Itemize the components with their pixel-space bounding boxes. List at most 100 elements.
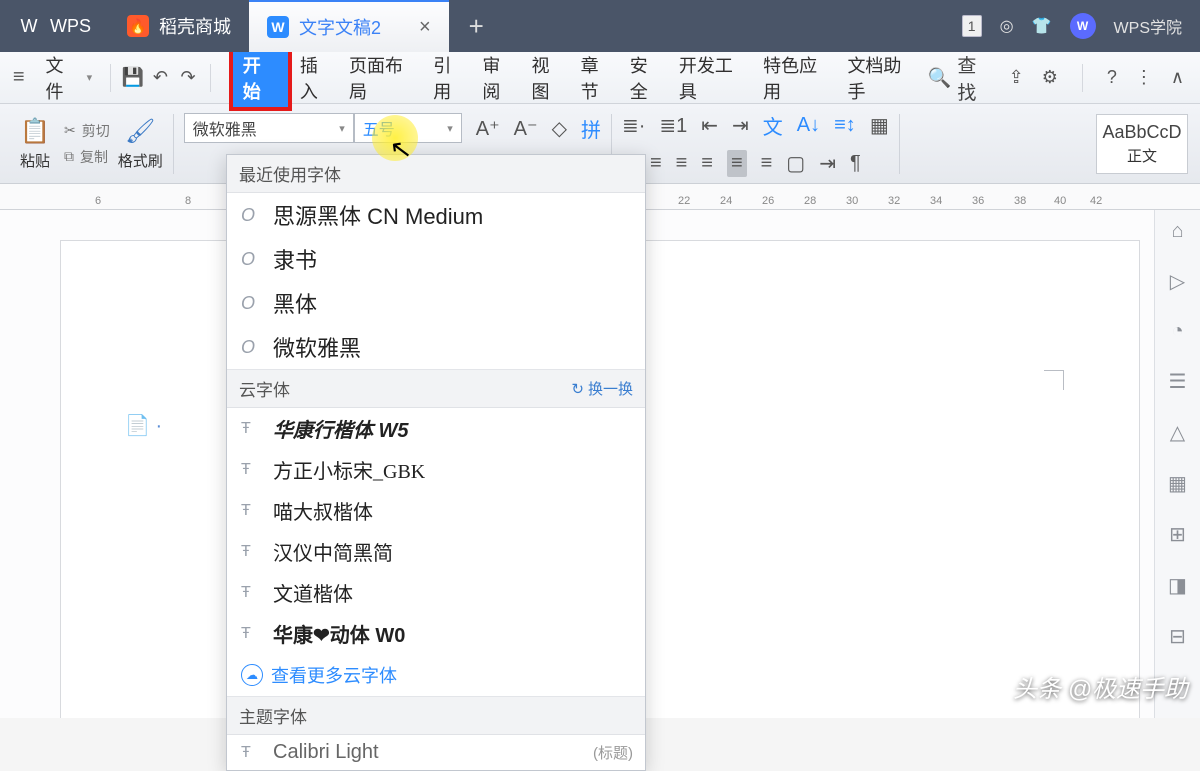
menu-bar: ≡ 文件 ▾ 💾 ↶ ↷ 开始 插入 页面布局 引用 审阅 视图 章节 安全 开… bbox=[0, 52, 1200, 104]
share-icon[interactable]: ⇪ bbox=[1009, 67, 1024, 88]
skin-icon[interactable]: ◎ bbox=[1000, 16, 1014, 36]
tab-label: 文字文稿2 bbox=[299, 14, 381, 40]
shrink-font-icon[interactable]: A⁻ bbox=[514, 116, 538, 141]
rail-clip-icon[interactable]: ◔ bbox=[1171, 320, 1183, 343]
align-center-icon[interactable]: ≡ bbox=[676, 152, 688, 175]
chevron-down-icon: ▾ bbox=[447, 122, 453, 135]
numbering-icon[interactable]: ≣1 bbox=[659, 113, 687, 138]
doc-icon: W bbox=[267, 16, 289, 38]
help-icon[interactable]: ? bbox=[1107, 67, 1117, 88]
redo-icon[interactable]: ↷ bbox=[176, 67, 200, 88]
ribbon-tab-review[interactable]: 审阅 bbox=[476, 48, 523, 108]
rail-table-icon[interactable]: ▦ bbox=[1168, 471, 1187, 496]
align-left-icon[interactable]: ≡ bbox=[650, 152, 662, 175]
mouse-cursor bbox=[388, 133, 414, 167]
ribbon-tab-reference[interactable]: 引用 bbox=[427, 48, 474, 108]
font-item[interactable]: ŦCalibri Light(标题) bbox=[227, 735, 645, 770]
ribbon-tab-section[interactable]: 章节 bbox=[575, 48, 622, 108]
undo-icon[interactable]: ↶ bbox=[149, 67, 173, 88]
paragraph-group: ≣· ≣1 ⇤ ⇥ 文 A↓ ≡↕ ▦ ≡ ≡ ≡ ≡ ≡ ▢ ⇥ ¶ bbox=[614, 104, 897, 183]
page-doc-icon: 📄 · bbox=[125, 413, 162, 438]
font-item[interactable]: Ŧ华康行楷体 W5 bbox=[227, 408, 645, 449]
tab-icon[interactable]: ⇥ bbox=[819, 151, 836, 176]
settings-icon[interactable]: ⚙ bbox=[1042, 67, 1058, 88]
increase-indent-icon[interactable]: ⇥ bbox=[732, 113, 749, 138]
font-item[interactable]: Ŧ汉仪中简黑简 bbox=[227, 531, 645, 572]
border-icon[interactable]: ▦ bbox=[870, 113, 889, 138]
tab-wps[interactable]: W WPS bbox=[0, 0, 109, 52]
font-item[interactable]: O黑体 bbox=[227, 281, 645, 325]
line-spacing-icon[interactable]: ≡↕ bbox=[834, 114, 856, 137]
ribbon-tab-assistant[interactable]: 文档助手 bbox=[841, 48, 923, 108]
bullets-icon[interactable]: ≣· bbox=[622, 113, 645, 138]
ribbon-tab-view[interactable]: 视图 bbox=[526, 48, 573, 108]
tab-document-active[interactable]: W 文字文稿2 × bbox=[249, 0, 449, 52]
close-icon[interactable]: × bbox=[419, 16, 431, 39]
font-item[interactable]: Ŧ文道楷体 bbox=[227, 572, 645, 613]
file-menu[interactable]: 文件 ▾ bbox=[37, 48, 100, 108]
shading-icon[interactable]: ▢ bbox=[786, 151, 805, 176]
font-dropdown: 最近使用字体 O思源黑体 CN Medium O隶书 O黑体 O微软雅黑 云字体… bbox=[226, 154, 646, 771]
ribbon-tab-home[interactable]: 开始 bbox=[229, 45, 292, 111]
ribbon-tab-insert[interactable]: 插入 bbox=[294, 48, 341, 108]
dd-theme-header: 主题字体 bbox=[227, 697, 645, 735]
wps-badge-icon[interactable]: W bbox=[1070, 13, 1096, 39]
asian-layout-icon[interactable]: 文 bbox=[763, 111, 783, 140]
ribbon-tabs: 开始 插入 页面布局 引用 审阅 视图 章节 安全 开发工具 特色应用 文档助手 bbox=[229, 45, 924, 111]
margin-corner bbox=[1044, 370, 1064, 390]
clear-format-icon[interactable]: ◇ bbox=[552, 116, 567, 141]
paste-icon: 📋 bbox=[20, 117, 50, 146]
cloud-swap-button[interactable]: ↻ 换一换 bbox=[571, 378, 633, 399]
copy-button[interactable]: ⧉ 复制 bbox=[64, 147, 110, 167]
font-item[interactable]: O隶书 bbox=[227, 237, 645, 281]
more-icon[interactable]: ⋮ bbox=[1135, 67, 1153, 88]
rail-collapse-icon[interactable]: ⊟ bbox=[1169, 624, 1186, 649]
tab-label: 稻壳商城 bbox=[159, 13, 231, 39]
dd-recent-header: 最近使用字体 bbox=[227, 155, 645, 193]
tab-label: WPS bbox=[50, 16, 91, 37]
rail-sidebar-icon[interactable]: ◨ bbox=[1168, 573, 1187, 598]
tab-docer[interactable]: 🔥 稻壳商城 bbox=[109, 0, 249, 52]
justify-icon[interactable]: ≡ bbox=[727, 150, 747, 177]
rail-home-icon[interactable]: ⌂ bbox=[1171, 220, 1183, 243]
align-right-icon[interactable]: ≡ bbox=[701, 152, 713, 175]
font-item[interactable]: Ŧ喵大叔楷体 bbox=[227, 490, 645, 531]
save-icon[interactable]: 💾 bbox=[121, 67, 145, 88]
marks-icon[interactable]: ¶ bbox=[850, 152, 861, 175]
font-name-combo[interactable]: 微软雅黑▾ bbox=[184, 113, 354, 143]
ribbon-tab-safety[interactable]: 安全 bbox=[624, 48, 671, 108]
notify-badge[interactable]: 1 bbox=[962, 15, 982, 37]
font-item[interactable]: O微软雅黑 bbox=[227, 325, 645, 369]
chevron-down-icon: ▾ bbox=[339, 122, 345, 135]
flame-icon: 🔥 bbox=[127, 15, 149, 37]
cloud-icon: ☁ bbox=[241, 664, 263, 686]
sort-icon[interactable]: A↓ bbox=[797, 114, 820, 137]
academy-link[interactable]: WPS学院 bbox=[1114, 14, 1182, 38]
wps-logo-icon: W bbox=[18, 15, 40, 37]
distribute-icon[interactable]: ≡ bbox=[761, 152, 773, 175]
rail-more-icon[interactable]: ☰ bbox=[1169, 369, 1187, 394]
font-item[interactable]: Ŧ华康❤动体 W0 bbox=[227, 613, 645, 654]
rail-select-icon[interactable]: ▷ bbox=[1170, 269, 1185, 294]
hamburger-icon[interactable]: ≡ bbox=[4, 66, 33, 89]
rail-grid-icon[interactable]: ⊞ bbox=[1169, 522, 1186, 547]
font-item[interactable]: O思源黑体 CN Medium bbox=[227, 193, 645, 237]
more-cloud-fonts[interactable]: ☁查看更多云字体 bbox=[227, 654, 645, 696]
ribbon-tab-featured[interactable]: 特色应用 bbox=[757, 48, 839, 108]
brush-icon: 🖌 bbox=[125, 117, 155, 146]
ribbon-tab-dev[interactable]: 开发工具 bbox=[673, 48, 755, 108]
font-item[interactable]: Ŧ方正小标宋_GBK bbox=[227, 449, 645, 490]
style-normal[interactable]: AaBbCcD 正文 bbox=[1096, 114, 1188, 174]
rail-shape-icon[interactable]: △ bbox=[1170, 420, 1185, 445]
clipboard-group: 📋 粘贴 ✂ 剪切 ⧉ 复制 🖌 格式刷 bbox=[6, 104, 171, 183]
cut-button[interactable]: ✂ 剪切 bbox=[64, 121, 110, 141]
format-painter-button[interactable]: 🖌 格式刷 bbox=[118, 117, 163, 171]
tshirt-icon[interactable]: 👕 bbox=[1032, 16, 1052, 36]
collapse-ribbon-icon[interactable]: ∧ bbox=[1171, 67, 1184, 88]
decrease-indent-icon[interactable]: ⇤ bbox=[701, 113, 718, 138]
search-button[interactable]: 🔍查找 bbox=[928, 51, 991, 105]
grow-font-icon[interactable]: A⁺ bbox=[476, 116, 500, 141]
ribbon-tab-layout[interactable]: 页面布局 bbox=[343, 48, 425, 108]
paste-button[interactable]: 📋 粘贴 bbox=[14, 117, 56, 171]
phonetic-icon[interactable]: 拼 bbox=[581, 114, 601, 143]
